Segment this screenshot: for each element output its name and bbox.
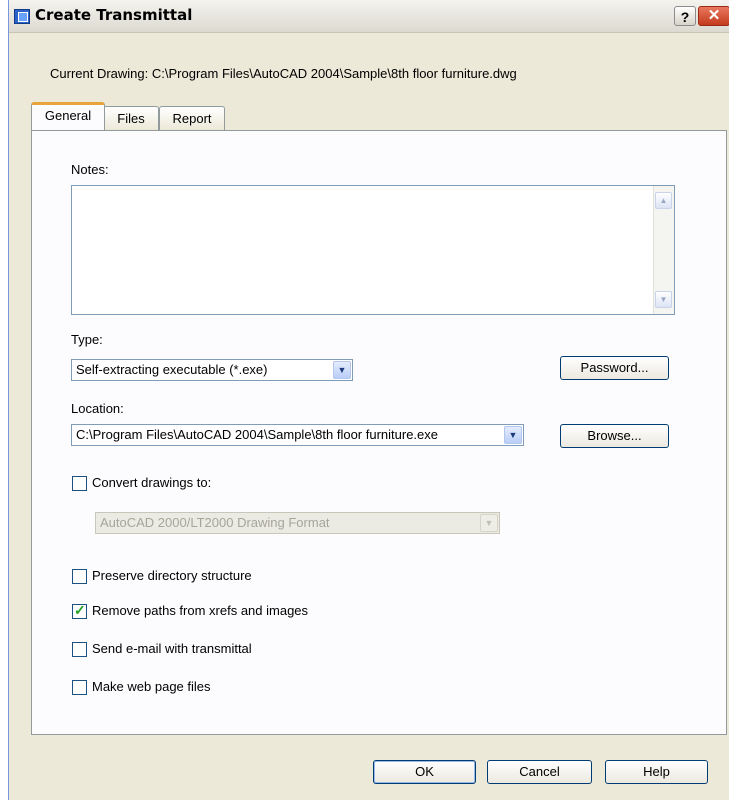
password-button[interactable]: Password... — [560, 356, 669, 380]
scroll-down-icon[interactable]: ▼ — [655, 291, 672, 308]
create-transmittal-dialog: Create Transmittal ? ✕ Current Drawing: … — [8, 0, 729, 800]
type-value: Self-extracting executable (*.exe) — [76, 362, 268, 377]
convert-drawings-checkbox[interactable] — [72, 476, 87, 491]
preserve-directory-label[interactable]: Preserve directory structure — [92, 568, 252, 583]
tab-general[interactable]: General — [31, 102, 105, 130]
help-button[interactable]: Help — [605, 760, 708, 784]
chevron-down-icon: ▼ — [480, 514, 498, 532]
notes-textarea[interactable]: ▲ ▼ — [71, 185, 675, 315]
type-label: Type: — [71, 332, 103, 347]
current-drawing-label: Current Drawing: C:\Program Files\AutoCA… — [50, 66, 517, 81]
preserve-directory-checkbox[interactable] — [72, 569, 87, 584]
browse-button[interactable]: Browse... — [560, 424, 669, 448]
cancel-button[interactable]: Cancel — [487, 760, 592, 784]
tab-report[interactable]: Report — [159, 106, 225, 130]
transmittal-icon — [14, 9, 30, 24]
help-question-icon[interactable]: ? — [674, 6, 696, 26]
chevron-down-icon[interactable]: ▼ — [504, 426, 522, 444]
web-page-label[interactable]: Make web page files — [92, 679, 211, 694]
drawing-format-value: AutoCAD 2000/LT2000 Drawing Format — [100, 515, 330, 530]
chevron-down-icon[interactable]: ▼ — [333, 361, 351, 379]
remove-paths-label[interactable]: Remove paths from xrefs and images — [92, 603, 308, 618]
checkmark-icon: ✓ — [74, 602, 86, 618]
tab-files[interactable]: Files — [103, 106, 159, 130]
type-select[interactable]: Self-extracting executable (*.exe) ▼ — [71, 359, 353, 381]
drawing-format-select: AutoCAD 2000/LT2000 Drawing Format ▼ — [95, 512, 500, 534]
remove-paths-checkbox[interactable]: ✓ — [72, 602, 87, 619]
convert-drawings-label[interactable]: Convert drawings to: — [92, 475, 211, 490]
close-icon[interactable]: ✕ — [698, 6, 729, 26]
location-combo[interactable]: C:\Program Files\AutoCAD 2004\Sample\8th… — [71, 424, 524, 446]
location-label: Location: — [71, 401, 124, 416]
notes-scrollbar[interactable]: ▲ ▼ — [653, 186, 674, 314]
title-bar[interactable]: Create Transmittal ? ✕ — [9, 0, 729, 33]
send-email-checkbox[interactable] — [72, 642, 87, 657]
send-email-label[interactable]: Send e-mail with transmittal — [92, 641, 252, 656]
dialog-title: Create Transmittal — [35, 6, 193, 24]
notes-label: Notes: — [71, 162, 109, 177]
scroll-up-icon[interactable]: ▲ — [655, 192, 672, 209]
location-value: C:\Program Files\AutoCAD 2004\Sample\8th… — [76, 427, 439, 442]
ok-button[interactable]: OK — [373, 760, 476, 784]
web-page-checkbox[interactable] — [72, 680, 87, 695]
